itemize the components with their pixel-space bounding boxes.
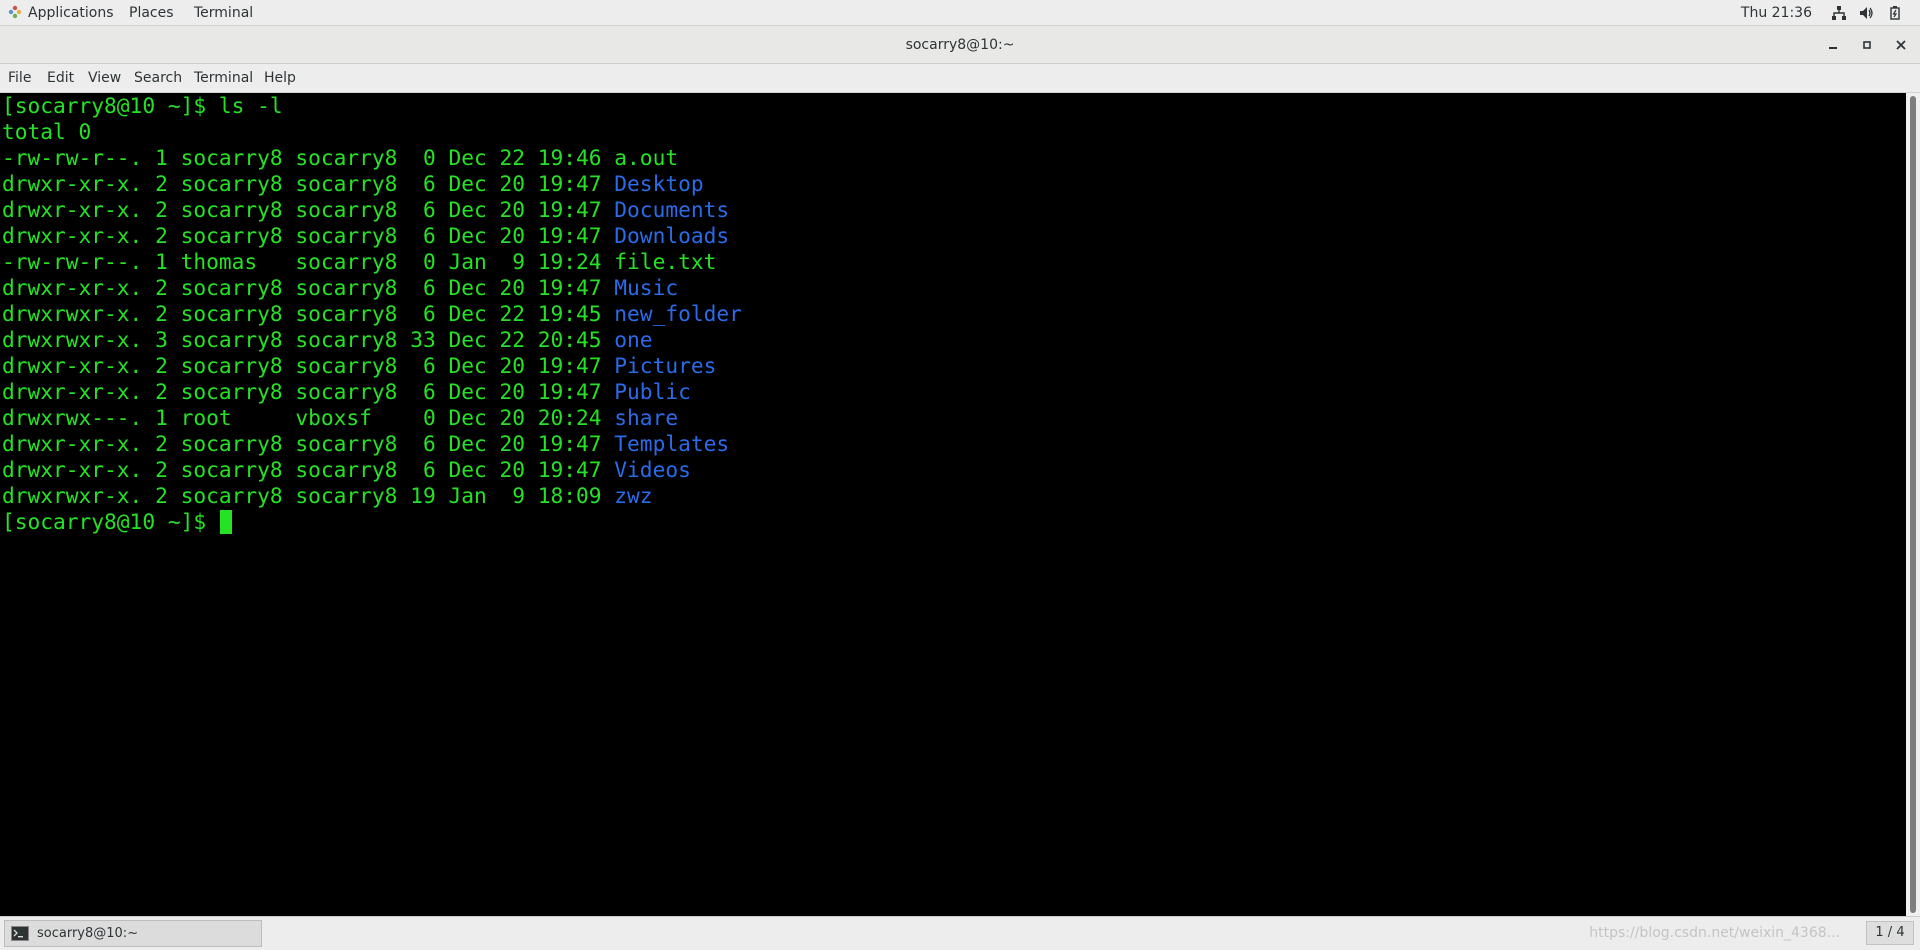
directory-name: Videos xyxy=(614,457,691,482)
listing-row: drwxr-xr-x. 2 socarry8 socarry8 6 Dec 20… xyxy=(2,171,704,197)
directory-name: Documents xyxy=(614,197,730,222)
menu-help[interactable]: Help xyxy=(264,64,296,92)
applications-label: Applications xyxy=(28,5,114,21)
terminal-app-label: Terminal xyxy=(194,5,254,21)
taskbar: socarry8@10:~ https://blog.csdn.net/weix… xyxy=(0,916,1920,950)
minimize-icon[interactable] xyxy=(1824,36,1842,54)
file-meta: -rw-rw-r--. 1 thomas socarry8 0 Jan 9 19… xyxy=(2,249,615,274)
listing-row: drwxr-xr-x. 2 socarry8 socarry8 6 Dec 20… xyxy=(2,431,729,457)
file-meta: drwxrwx---. 1 root vboxsf 0 Dec 20 20:24 xyxy=(2,405,615,430)
prompt: [socarry8@10 ~]$ xyxy=(2,509,219,534)
directory-name: zwz xyxy=(614,483,653,508)
menu-terminal[interactable]: Terminal xyxy=(194,64,253,92)
menu-bar: File Edit View Search Terminal Help xyxy=(0,64,1920,93)
command: ls -l xyxy=(218,93,283,118)
file-meta: drwxrwxr-x. 2 socarry8 socarry8 6 Dec 22… xyxy=(2,301,615,326)
scrollbar-thumb[interactable] xyxy=(1910,96,1916,913)
maximize-icon[interactable] xyxy=(1858,36,1876,54)
clock[interactable]: Thu 21:36 xyxy=(1741,0,1812,26)
menu-edit[interactable]: Edit xyxy=(47,64,74,92)
top-bar: Applications Places Terminal Thu 21:36 xyxy=(0,0,1920,26)
directory-name: Downloads xyxy=(614,223,730,248)
listing-row: drwxr-xr-x. 2 socarry8 socarry8 6 Dec 20… xyxy=(2,197,729,223)
listing-row: drwxr-xr-x. 2 socarry8 socarry8 6 Dec 20… xyxy=(2,457,691,483)
places-label: Places xyxy=(129,5,174,21)
listing-row: drwxr-xr-x. 2 socarry8 socarry8 6 Dec 20… xyxy=(2,223,729,249)
directory-name: Public xyxy=(614,379,691,404)
listing-row: drwxrwxr-x. 2 socarry8 socarry8 19 Jan 9… xyxy=(2,483,653,509)
directory-name: Templates xyxy=(614,431,730,456)
terminal-area[interactable]: [socarry8@10 ~]$ ls -l total 0 -rw-rw-r-… xyxy=(0,93,1906,916)
menu-view[interactable]: View xyxy=(88,64,121,92)
terminal-scrollbar[interactable] xyxy=(1906,93,1920,916)
directory-name: new_folder xyxy=(614,301,742,326)
file-meta: drwxrwxr-x. 3 socarry8 socarry8 33 Dec 2… xyxy=(2,327,615,352)
terminal-icon xyxy=(11,926,29,941)
window-title: socarry8@10:~ xyxy=(905,37,1015,53)
directory-name: one xyxy=(614,327,653,352)
listing-row: drwxrwxr-x. 3 socarry8 socarry8 33 Dec 2… xyxy=(2,327,653,353)
file-meta: drwxr-xr-x. 2 socarry8 socarry8 6 Dec 20… xyxy=(2,353,615,378)
file-meta: -rw-rw-r--. 1 socarry8 socarry8 0 Dec 22… xyxy=(2,145,615,170)
file-meta: drwxr-xr-x. 2 socarry8 socarry8 6 Dec 20… xyxy=(2,379,615,404)
listing-row: drwxrwx---. 1 root vboxsf 0 Dec 20 20:24… xyxy=(2,405,678,431)
file-meta: drwxr-xr-x. 2 socarry8 socarry8 6 Dec 20… xyxy=(2,431,615,456)
volume-icon[interactable] xyxy=(1859,6,1873,20)
file-meta: drwxr-xr-x. 2 socarry8 socarry8 6 Dec 20… xyxy=(2,171,615,196)
menu-file[interactable]: File xyxy=(8,64,31,92)
listing-row: drwxr-xr-x. 2 socarry8 socarry8 6 Dec 20… xyxy=(2,353,716,379)
listing-row: drwxr-xr-x. 2 socarry8 socarry8 6 Dec 20… xyxy=(2,275,678,301)
total-line: total 0 xyxy=(2,119,92,144)
listing-row: -rw-rw-r--. 1 thomas socarry8 0 Jan 9 19… xyxy=(2,249,716,275)
battery-icon[interactable] xyxy=(1888,6,1902,20)
text-cursor xyxy=(219,510,232,534)
file-name: file.txt xyxy=(614,249,717,274)
directory-name: share xyxy=(614,405,679,430)
window-title-bar[interactable]: socarry8@10:~ xyxy=(0,26,1920,64)
listing-row: drwxr-xr-x. 2 socarry8 socarry8 6 Dec 20… xyxy=(2,379,691,405)
listing-row: drwxrwxr-x. 2 socarry8 socarry8 6 Dec 22… xyxy=(2,301,742,327)
file-meta: drwxr-xr-x. 2 socarry8 socarry8 6 Dec 20… xyxy=(2,275,615,300)
menu-search[interactable]: Search xyxy=(134,64,182,92)
network-icon[interactable] xyxy=(1832,6,1846,20)
close-icon[interactable] xyxy=(1892,36,1910,54)
file-meta: drwxr-xr-x. 2 socarry8 socarry8 6 Dec 20… xyxy=(2,457,615,482)
listing-row: -rw-rw-r--. 1 socarry8 socarry8 0 Dec 22… xyxy=(2,145,678,171)
directory-name: Music xyxy=(614,275,679,300)
taskbar-window-label: socarry8@10:~ xyxy=(37,926,139,941)
directory-name: Desktop xyxy=(614,171,704,196)
watermark: https://blog.csdn.net/weixin_4368... xyxy=(1589,925,1840,941)
file-meta: drwxr-xr-x. 2 socarry8 socarry8 6 Dec 20… xyxy=(2,197,615,222)
terminal-app-menu[interactable]: Terminal xyxy=(194,0,253,26)
prompt-line: [socarry8@10 ~]$ xyxy=(2,509,232,535)
file-meta: drwxr-xr-x. 2 socarry8 socarry8 6 Dec 20… xyxy=(2,223,615,248)
prompt: [socarry8@10 ~]$ xyxy=(2,93,219,118)
directory-name: Pictures xyxy=(614,353,717,378)
taskbar-window-button[interactable]: socarry8@10:~ xyxy=(4,920,262,947)
applications-icon xyxy=(8,5,22,19)
command-line: [socarry8@10 ~]$ ls -l xyxy=(2,93,283,119)
applications-menu[interactable]: Applications xyxy=(8,0,114,26)
places-menu[interactable]: Places xyxy=(129,0,174,26)
file-meta: drwxrwxr-x. 2 socarry8 socarry8 19 Jan 9… xyxy=(2,483,615,508)
workspace-indicator[interactable]: 1 / 4 xyxy=(1866,921,1914,945)
file-name: a.out xyxy=(614,145,679,170)
